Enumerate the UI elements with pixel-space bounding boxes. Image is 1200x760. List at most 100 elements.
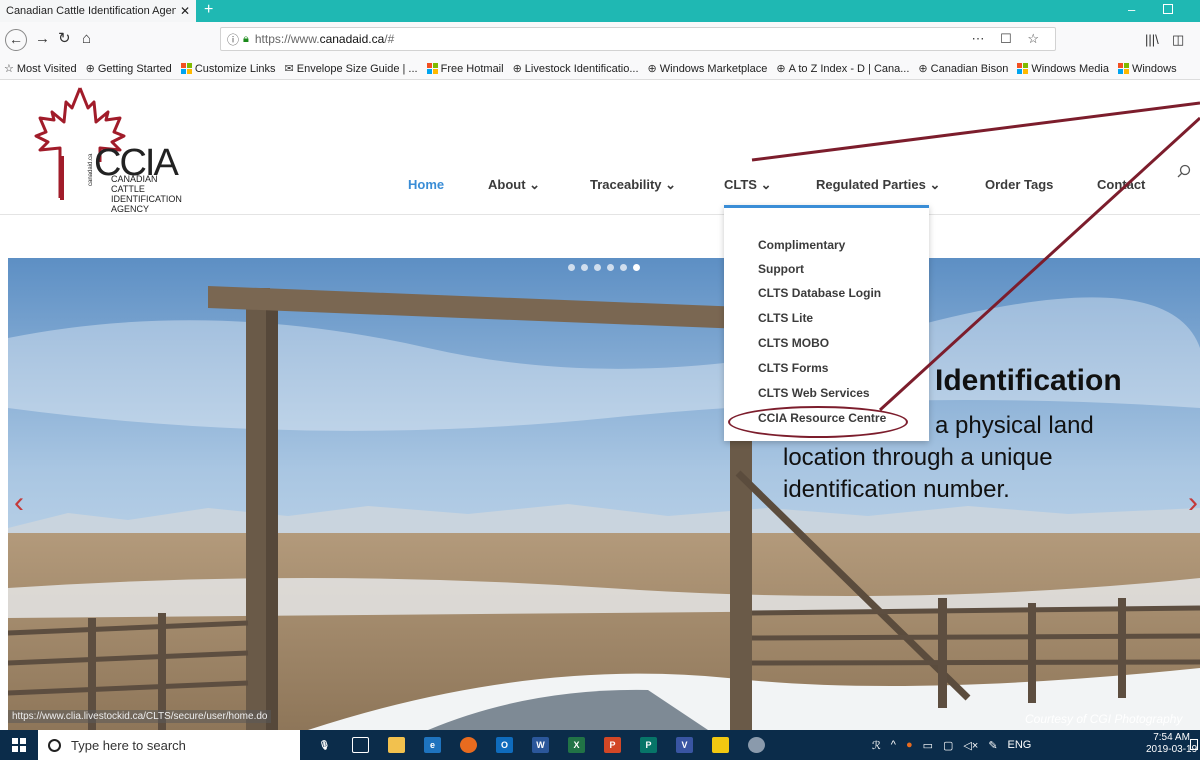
nav-traceability[interactable]: Traceability ⌄ [590,177,676,193]
slide-dot[interactable] [620,264,627,271]
word-icon[interactable]: W [532,737,549,753]
network-icon[interactable]: ▢ [943,739,953,752]
bookmark-item[interactable]: Windows Media [1017,63,1109,75]
sidebar-icon[interactable]: ◫ [1172,32,1184,48]
clts-menu-item[interactable]: CLTS MOBO [758,336,829,350]
volume-icon[interactable]: ◁× [963,739,978,752]
clts-menu-item[interactable]: CLTS Web Services [758,386,870,400]
hero-line-2: location through a unique [783,444,1053,471]
new-tab-icon[interactable]: + [204,1,213,19]
firefox-tray-icon[interactable]: ● [906,739,913,751]
slide-dot[interactable] [581,264,588,271]
reload-icon[interactable]: ↻ [58,31,71,47]
slide-dots[interactable] [568,264,640,271]
url-text[interactable]: https://www.canadaid.ca/# [255,32,394,46]
slide-dot[interactable] [594,264,601,271]
chevron-up-icon[interactable]: ^ [891,739,896,751]
bookmark-item[interactable]: ⊕ A to Z Index - D | Cana... [776,62,909,76]
minimize-icon[interactable]: – [1128,2,1135,17]
globe-icon: ⊕ [647,63,657,75]
annotation-ellipse [728,406,908,438]
url-path: /# [384,32,395,46]
web-page: CCIA CANADIAN CATTLE IDENTIFICATION AGEN… [0,80,1200,730]
bookmark-label: Free Hotmail [440,62,504,75]
task-view-icon[interactable] [352,737,369,753]
microphone-icon[interactable]: 🎙︎ [316,737,333,753]
hero-line-1: g a physical land [915,412,1094,439]
slide-dot[interactable] [633,264,640,271]
file-explorer-icon[interactable] [388,737,405,753]
snipping-tool-icon[interactable] [748,737,765,753]
internet-explorer-icon[interactable]: e [424,737,441,753]
people-icon[interactable]: ℛ [872,739,881,752]
bookmark-item[interactable]: Windows [1117,63,1177,75]
windows-logo-icon [1117,63,1129,74]
battery-icon[interactable]: ▭ [923,739,933,752]
url-bar[interactable]: ⓘ 🔒︎ https://www.canadaid.ca/# ⋯ ☐ ☆ [220,27,1056,51]
clts-menu-item[interactable]: CLTS Database Login [758,286,881,300]
next-slide-icon[interactable]: › [1188,486,1198,520]
clts-menu-item[interactable]: CLTS Forms [758,361,828,375]
info-icon[interactable]: ⓘ [227,31,239,48]
outlook-icon[interactable]: O [496,737,513,753]
hero-heading: Identification [935,364,1122,397]
clts-menu-item[interactable]: Complimentary [758,238,845,252]
status-bar-url: https://www.clia.livestockid.ca/CLTS/sec… [8,710,272,723]
clts-menu-item[interactable]: CLTS Lite [758,311,813,325]
language-indicator[interactable]: ENG [1008,739,1032,751]
bookmark-label: Windows Media [1031,62,1109,75]
browser-titlebar: Canadian Cattle Identification Agen ✕ + … [0,0,1200,22]
powerpoint-icon[interactable]: P [604,737,621,753]
back-icon[interactable]: ← [5,29,27,51]
nav-home[interactable]: Home [408,177,444,192]
notification-icon[interactable] [1190,739,1198,750]
slide-dot[interactable] [568,264,575,271]
bookmark-item[interactable]: Customize Links [180,63,276,75]
bookmark-label: Envelope Size Guide | ... [296,62,418,75]
bookmark-item[interactable]: ⊕ Getting Started [86,62,172,76]
bookmark-item[interactable]: ⊕ Windows Marketplace [647,62,768,76]
taskbar-search[interactable]: Type here to search [38,730,300,760]
restore-icon[interactable] [1163,4,1173,14]
nav-about-label: About [488,177,526,192]
hero-line-3: identification number. [783,476,1010,503]
star-icon: ☆ [4,63,14,75]
nav-order-tags[interactable]: Order Tags [985,177,1053,192]
page-actions-icon[interactable]: ⋯ ☐ ☆ [971,31,1045,47]
bookmark-item[interactable]: ✉ Envelope Size Guide | ... [284,62,418,76]
chevron-down-icon: ⌄ [929,177,941,192]
publisher-icon[interactable]: P [640,737,657,753]
forward-icon[interactable]: → [35,31,50,47]
bookmark-item[interactable]: Free Hotmail [426,62,504,75]
nav-about[interactable]: About ⌄ [488,177,540,193]
slide-dot[interactable] [607,264,614,271]
firefox-icon[interactable] [460,737,477,753]
bookmark-item[interactable]: ⊕ Canadian Bison [918,62,1008,76]
nav-regulated-parties[interactable]: Regulated Parties ⌄ [816,177,940,193]
excel-icon[interactable]: X [568,737,585,753]
globe-icon: ⊕ [918,63,928,75]
library-icon[interactable]: |||\ [1145,32,1159,48]
hero-slider: Identification g a physical land locatio… [8,258,1200,730]
search-icon[interactable] [1177,164,1191,178]
windows-taskbar: Type here to search 🎙︎ e O W X P P V ℛ ^… [0,730,1200,760]
bookmarks-bar: ☆ Most Visited ⊕ Getting Started Customize L… [0,58,1200,80]
chevron-down-icon: ⌄ [665,177,677,192]
home-icon[interactable]: ⌂ [82,31,91,47]
prev-slide-icon[interactable]: ‹ [14,486,24,520]
windows-start-icon[interactable] [12,738,26,752]
header-divider [0,214,1200,215]
browser-tab[interactable]: Canadian Cattle Identification Agen ✕ [0,0,196,22]
visio-icon[interactable]: V [676,737,693,753]
ccia-logo[interactable]: CCIA CANADIAN CATTLE IDENTIFICATION AGEN… [28,86,182,214]
sticky-notes-icon[interactable] [712,737,729,753]
tab-close-icon[interactable]: ✕ [180,4,190,18]
bookmark-item[interactable]: ☆ Most Visited [4,62,77,76]
envelope-icon: ✉ [284,63,294,75]
nav-contact[interactable]: Contact [1097,177,1145,192]
clts-menu-item[interactable]: Support [758,262,804,276]
cortana-icon [48,738,61,752]
nav-clts[interactable]: CLTS ⌄ [724,177,772,193]
bookmark-item[interactable]: ⊕ Livestock Identificatio... [513,62,639,76]
pen-icon[interactable]: ✎ [988,739,997,752]
